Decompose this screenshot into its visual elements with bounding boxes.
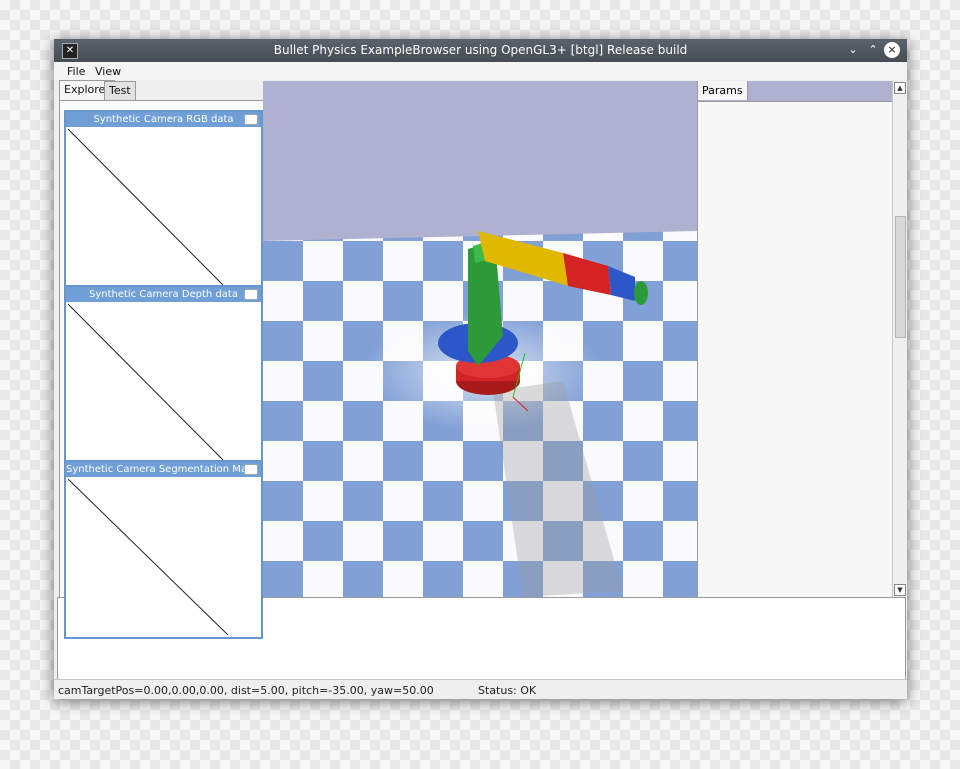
collapse-icon[interactable] [244, 464, 258, 475]
menu-bar: File View [54, 62, 907, 80]
camera-window-title[interactable]: Synthetic Camera Depth data [66, 287, 261, 302]
menu-view[interactable]: View [95, 65, 121, 78]
app-window: ✕ Bullet Physics ExampleBrowser using Op… [54, 39, 907, 699]
camera-window-segmentation[interactable]: Synthetic Camera Segmentation Mask [64, 460, 263, 639]
scene-render [263, 81, 697, 597]
params-tab-strip: Params [698, 81, 893, 102]
camera-window-title[interactable]: Synthetic Camera Segmentation Mask [66, 462, 261, 477]
scroll-up-icon[interactable]: ▲ [894, 82, 906, 94]
tab-params[interactable]: Params [698, 81, 748, 100]
collapse-icon[interactable] [244, 114, 258, 125]
minimize-icon[interactable]: ⌄ [845, 42, 861, 58]
window-title: Bullet Physics ExampleBrowser using Open… [273, 43, 688, 57]
camera-window-rgb[interactable]: Synthetic Camera RGB data [64, 110, 263, 289]
params-panel: Params [697, 81, 893, 597]
scroll-thumb[interactable] [895, 216, 906, 338]
camera-status-text: camTargetPos=0.00,0.00,0.00, dist=5.00, … [58, 684, 434, 697]
camera-image-depth [68, 304, 224, 460]
camera-image-segmentation [68, 479, 229, 635]
camera-image-rgb [68, 129, 224, 285]
collapse-icon[interactable] [244, 289, 258, 300]
close-icon[interactable]: × [884, 42, 900, 58]
scroll-down-icon[interactable]: ▼ [894, 584, 906, 596]
camera-window-title[interactable]: Synthetic Camera RGB data [66, 112, 261, 127]
camera-window-depth[interactable]: Synthetic Camera Depth data [64, 285, 263, 464]
title-bar[interactable]: ✕ Bullet Physics ExampleBrowser using Op… [54, 39, 907, 62]
tab-test[interactable]: Test [104, 81, 136, 100]
maximize-icon[interactable]: ⌃ [865, 42, 881, 58]
3d-viewport[interactable] [263, 81, 697, 597]
status-bar: camTargetPos=0.00,0.00,0.00, dist=5.00, … [54, 679, 907, 700]
params-scrollbar[interactable]: ▲ ▼ [892, 81, 906, 597]
menu-file[interactable]: File [67, 65, 85, 78]
status-text: Status: OK [478, 684, 537, 697]
